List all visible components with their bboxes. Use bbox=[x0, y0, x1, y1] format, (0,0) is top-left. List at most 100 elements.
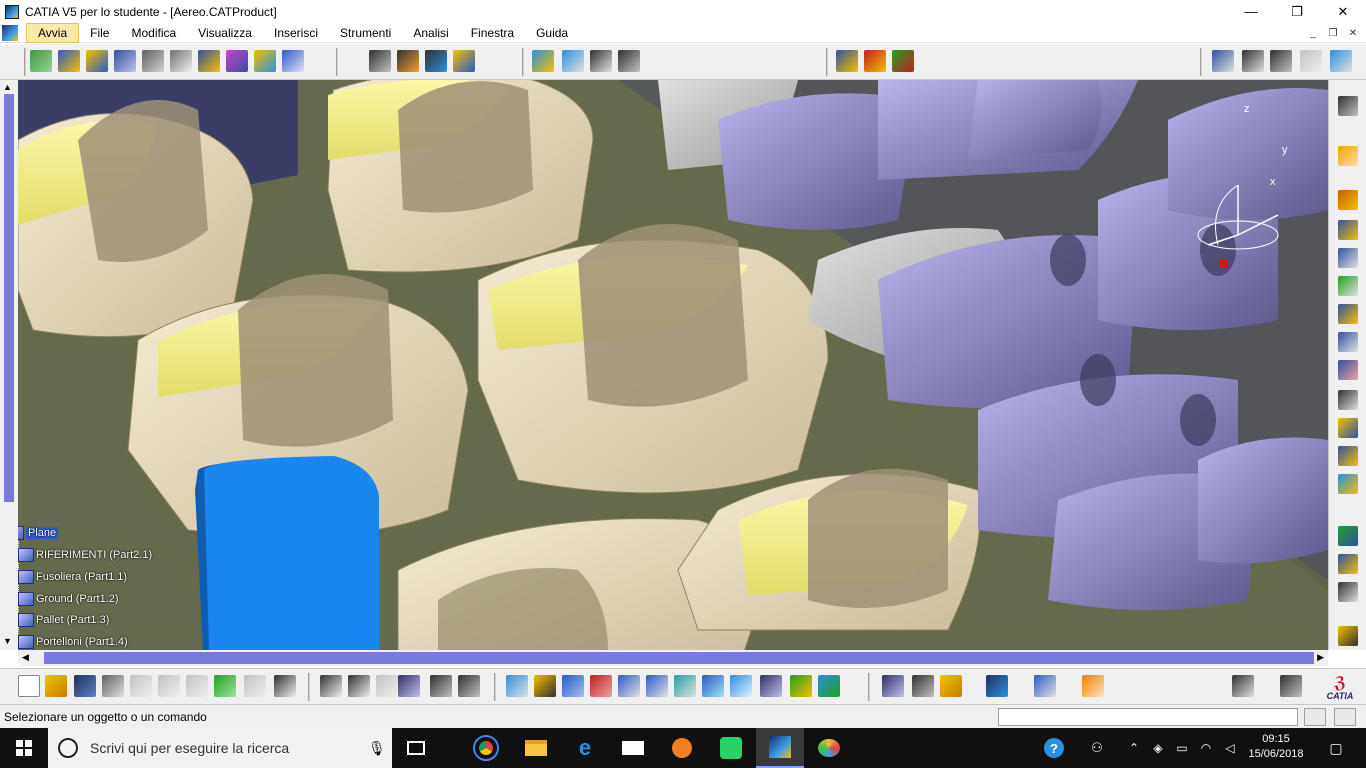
menu-guida[interactable]: Guida bbox=[525, 24, 579, 42]
menu-avvia[interactable]: Avvia bbox=[26, 22, 80, 43]
table-icon[interactable] bbox=[398, 675, 420, 697]
manipulation-icon[interactable] bbox=[369, 50, 391, 72]
measure-icon[interactable] bbox=[1212, 50, 1234, 72]
measure-distance-icon[interactable] bbox=[882, 675, 904, 697]
tree-item-label[interactable]: RIFERIMENTI (Part2.1) bbox=[36, 549, 152, 561]
fit-all-icon[interactable] bbox=[534, 675, 556, 697]
doc-minimize-button[interactable]: _ bbox=[1304, 25, 1322, 41]
microphone-icon[interactable]: 🎙 bbox=[368, 740, 386, 757]
manage-representations-icon[interactable] bbox=[254, 50, 276, 72]
touch-icon[interactable] bbox=[1338, 626, 1358, 646]
component-icon[interactable] bbox=[58, 50, 80, 72]
view-mode-icon[interactable] bbox=[1034, 675, 1056, 697]
offset-constraint-icon[interactable] bbox=[590, 50, 612, 72]
zoom-in-icon[interactable] bbox=[618, 675, 640, 697]
menu-analisi[interactable]: Analisi bbox=[402, 24, 459, 42]
maximize-button[interactable]: ❐ bbox=[1274, 0, 1320, 23]
angle-constraint-icon[interactable] bbox=[618, 50, 640, 72]
knowledge-icon[interactable] bbox=[376, 675, 398, 697]
tree-root[interactable]: Plane bbox=[18, 524, 59, 542]
command-input[interactable] bbox=[998, 708, 1298, 726]
apply-material-icon[interactable] bbox=[912, 675, 934, 697]
product-structure-icon[interactable] bbox=[1232, 675, 1254, 697]
tree-item[interactable]: Pallet (Part1.3) bbox=[18, 611, 109, 629]
tree-item[interactable]: Fusoliera (Part1.1) bbox=[18, 568, 127, 586]
comment-icon[interactable] bbox=[348, 675, 370, 697]
properties-icon[interactable] bbox=[458, 675, 480, 697]
copy-icon[interactable] bbox=[158, 675, 180, 697]
paste-icon[interactable] bbox=[186, 675, 208, 697]
edge-icon[interactable]: e bbox=[561, 728, 609, 768]
existing-component-icon[interactable] bbox=[114, 50, 136, 72]
clash-icon[interactable] bbox=[1338, 304, 1358, 324]
tree-root-label[interactable]: Plane bbox=[26, 527, 59, 539]
measure-inertia-icon[interactable] bbox=[1338, 446, 1358, 466]
generate-numbering-icon[interactable] bbox=[198, 50, 220, 72]
document-icon[interactable] bbox=[2, 24, 18, 41]
replace-component-icon[interactable] bbox=[142, 50, 164, 72]
weld-icon[interactable] bbox=[1330, 50, 1352, 72]
tree-item-label[interactable]: Fusoliera (Part1.1) bbox=[36, 571, 127, 583]
app-orange-icon[interactable] bbox=[658, 728, 706, 768]
cut-icon[interactable] bbox=[130, 675, 152, 697]
save-icon[interactable] bbox=[74, 675, 96, 697]
text-leader-icon[interactable] bbox=[1270, 50, 1292, 72]
menu-strumenti[interactable]: Strumenti bbox=[329, 24, 402, 42]
mail-icon[interactable] bbox=[609, 728, 657, 768]
grid-icon[interactable] bbox=[1082, 675, 1104, 697]
horizontal-scrollbar[interactable]: ◀ ▶ bbox=[18, 650, 1328, 666]
normal-view-icon[interactable] bbox=[674, 675, 696, 697]
doc-restore-button[interactable]: ❐ bbox=[1324, 25, 1342, 41]
coincidence-constraint-icon[interactable] bbox=[532, 50, 554, 72]
battery-icon[interactable]: ▭ bbox=[1170, 728, 1194, 768]
menu-finestra[interactable]: Finestra bbox=[460, 24, 525, 42]
scroll-down-icon[interactable]: ▼ bbox=[3, 636, 12, 646]
help-icon[interactable]: ? bbox=[1034, 728, 1074, 768]
menu-file[interactable]: File bbox=[79, 24, 120, 42]
file-explorer-icon[interactable] bbox=[512, 728, 560, 768]
tree-item-label[interactable]: Pallet (Part1.3) bbox=[36, 614, 109, 626]
explode-icon[interactable] bbox=[425, 50, 447, 72]
graph-tree-icon[interactable] bbox=[170, 50, 192, 72]
tree-item[interactable]: Portelloni (Part1.4) bbox=[18, 633, 128, 650]
contact-constraint-icon[interactable] bbox=[562, 50, 584, 72]
formula-icon[interactable] bbox=[320, 675, 342, 697]
part-icon[interactable] bbox=[86, 50, 108, 72]
people-icon[interactable]: ⚇ bbox=[1082, 728, 1112, 768]
snap-icon[interactable] bbox=[397, 50, 419, 72]
zoom-out-icon[interactable] bbox=[646, 675, 668, 697]
scroll-thumb[interactable] bbox=[4, 94, 14, 502]
pan-icon[interactable] bbox=[562, 675, 584, 697]
rotate-icon[interactable] bbox=[590, 675, 612, 697]
distance-icon[interactable] bbox=[1338, 332, 1358, 352]
selective-load-icon[interactable] bbox=[226, 50, 248, 72]
swap-visible-icon[interactable] bbox=[818, 675, 840, 697]
multi-instantiation-icon[interactable] bbox=[282, 50, 304, 72]
fix-icon[interactable] bbox=[864, 50, 886, 72]
bill-of-material-icon[interactable] bbox=[1338, 526, 1358, 546]
close-button[interactable]: ✕ bbox=[1320, 0, 1366, 23]
task-view-icon[interactable] bbox=[392, 728, 440, 768]
analysis-icon[interactable] bbox=[1338, 474, 1358, 494]
menu-inserisci[interactable]: Inserisci bbox=[263, 24, 329, 42]
3d-viewport[interactable]: z y x Plane RIFERIMENTI (Part2.1) Fusoli… bbox=[18, 80, 1328, 650]
select-arrow-icon[interactable] bbox=[1338, 146, 1358, 166]
paint-icon[interactable] bbox=[805, 728, 853, 768]
shading-icon[interactable] bbox=[760, 675, 782, 697]
product-icon[interactable] bbox=[30, 50, 52, 72]
scroll-right-icon[interactable]: ▶ bbox=[1317, 652, 1324, 663]
command-list-button[interactable] bbox=[1304, 708, 1326, 726]
start-button[interactable] bbox=[0, 728, 48, 768]
iso-view-icon[interactable] bbox=[730, 675, 752, 697]
menu-visualizza[interactable]: Visualizza bbox=[187, 24, 263, 42]
whatsapp-icon[interactable] bbox=[707, 728, 755, 768]
catia-taskbar-icon[interactable] bbox=[756, 728, 804, 768]
multi-view-icon[interactable] bbox=[702, 675, 724, 697]
catalog-browser-icon[interactable] bbox=[986, 675, 1008, 697]
measure-between-icon[interactable] bbox=[1338, 390, 1358, 410]
sectioning-icon[interactable] bbox=[1338, 360, 1358, 380]
fly-mode-icon[interactable] bbox=[506, 675, 528, 697]
track-icon[interactable] bbox=[1338, 220, 1358, 240]
menu-modifica[interactable]: Modifica bbox=[120, 24, 187, 42]
gear-icon[interactable] bbox=[1338, 96, 1358, 116]
